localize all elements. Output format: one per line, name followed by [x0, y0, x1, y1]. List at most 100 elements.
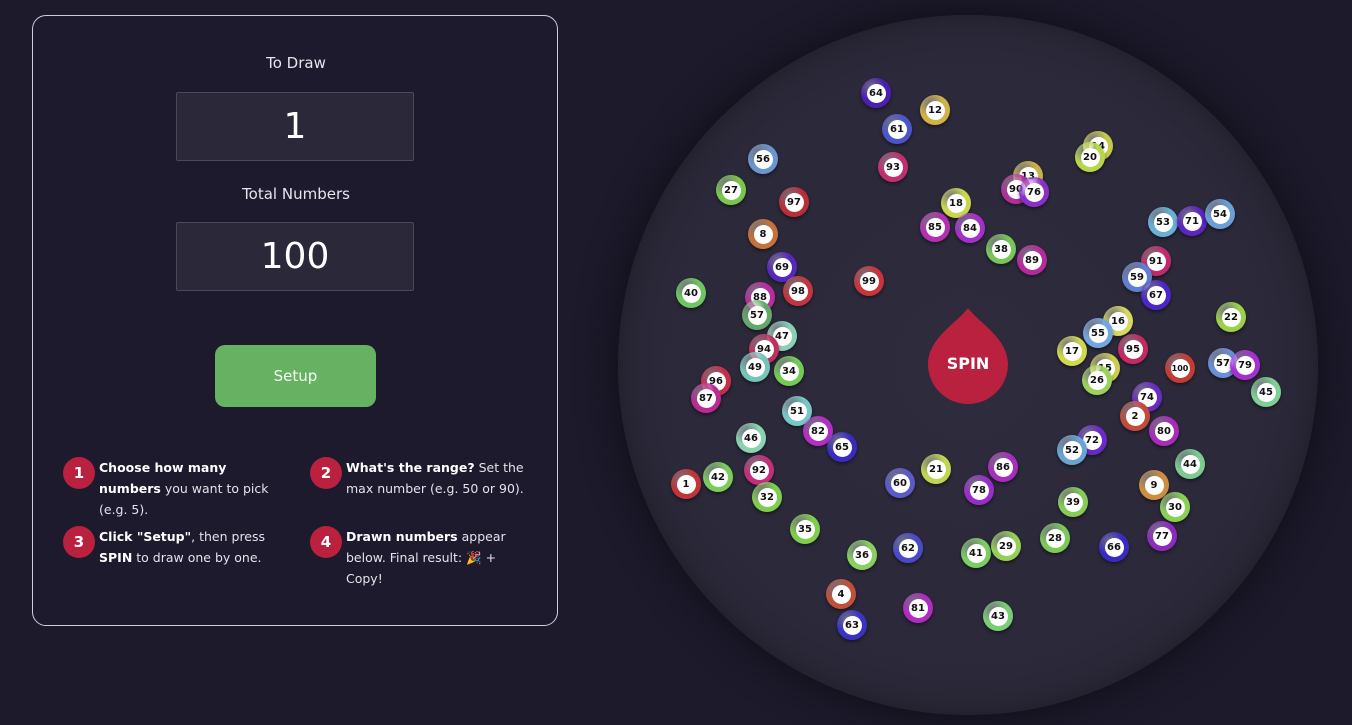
ball-number: 8 [753, 224, 773, 244]
ball-number: 9 [1144, 475, 1164, 495]
number-ball: 80 [1149, 416, 1179, 446]
ball-number: 42 [708, 467, 728, 487]
number-ball: 84 [955, 213, 985, 243]
to-draw-input[interactable]: 1 [176, 92, 414, 161]
number-ball: 57 [742, 300, 772, 330]
spin-button[interactable]: SPIN [928, 308, 1008, 404]
ball-number: 60 [890, 473, 910, 493]
step-text: Drawn numbers appear below. Final result… [346, 529, 506, 586]
ball-number: 44 [1180, 454, 1200, 474]
number-ball: 81 [903, 593, 933, 623]
ball-number: 80 [1154, 421, 1174, 441]
ball-number: 36 [852, 545, 872, 565]
ball-number: 79 [1235, 355, 1255, 375]
number-ball: 86 [988, 452, 1018, 482]
ball-number: 39 [1063, 492, 1083, 512]
number-ball: 40 [676, 278, 706, 308]
ball-number: 52 [1062, 440, 1082, 460]
ball-number: 87 [696, 388, 716, 408]
ball-number: 63 [842, 615, 862, 635]
ball-number: 78 [969, 480, 989, 500]
number-ball: 62 [893, 533, 923, 563]
ball-number: 41 [966, 543, 986, 563]
ball-number: 71 [1182, 211, 1202, 231]
ball-number: 69 [772, 257, 792, 277]
number-ball: 41 [961, 538, 991, 568]
number-ball: 85 [920, 212, 950, 242]
number-ball: 2 [1120, 401, 1150, 431]
ball-number: 57 [747, 305, 767, 325]
ball-number: 67 [1146, 285, 1166, 305]
step-number: 4 [310, 526, 342, 558]
ball-number: 99 [859, 271, 879, 291]
ball-number: 18 [946, 193, 966, 213]
number-ball: 63 [837, 610, 867, 640]
number-ball: 55 [1083, 318, 1113, 348]
number-ball: 93 [878, 152, 908, 182]
ball-number: 56 [753, 149, 773, 169]
ball-number: 84 [960, 218, 980, 238]
number-ball: 99 [854, 266, 884, 296]
ball-number: 64 [866, 83, 886, 103]
step-text: Click "Setup", then press SPIN to draw o… [99, 529, 266, 565]
number-ball: 21 [921, 454, 951, 484]
ball-number: 66 [1104, 537, 1124, 557]
number-ball: 4 [826, 579, 856, 609]
ball-number: 54 [1210, 204, 1230, 224]
ball-number: 82 [808, 421, 828, 441]
ball-number: 77 [1152, 526, 1172, 546]
ball-number: 51 [787, 401, 807, 421]
ball-number: 4 [831, 584, 851, 604]
ball-number: 100 [1170, 358, 1190, 378]
number-ball: 8 [748, 219, 778, 249]
to-draw-label: To Draw [266, 54, 326, 72]
ball-number: 40 [681, 283, 701, 303]
total-numbers-input[interactable]: 100 [176, 222, 414, 291]
spin-label: SPIN [946, 354, 990, 373]
number-ball: 89 [1017, 245, 1047, 275]
ball-number: 98 [788, 281, 808, 301]
ball-number: 43 [988, 606, 1008, 626]
number-ball: 71 [1177, 206, 1207, 236]
ball-number: 34 [779, 361, 799, 381]
number-ball: 76 [1019, 177, 1049, 207]
number-ball: 49 [740, 352, 770, 382]
number-ball: 43 [983, 601, 1013, 631]
ball-number: 81 [908, 598, 928, 618]
number-ball: 92 [744, 455, 774, 485]
ball-number: 89 [1022, 250, 1042, 270]
step-4: 4 Drawn numbers appear below. Final resu… [310, 526, 531, 589]
ball-number: 92 [749, 460, 769, 480]
number-ball: 44 [1175, 449, 1205, 479]
number-ball: 61 [882, 114, 912, 144]
number-ball: 87 [691, 383, 721, 413]
ball-number: 45 [1256, 382, 1276, 402]
number-ball: 52 [1057, 435, 1087, 465]
ball-number: 22 [1221, 307, 1241, 327]
number-ball: 32 [752, 482, 782, 512]
setup-button[interactable]: Setup [215, 345, 376, 407]
number-ball: 45 [1251, 377, 1281, 407]
ball-number: 29 [996, 536, 1016, 556]
number-ball: 67 [1141, 280, 1171, 310]
step-number: 1 [63, 457, 95, 489]
ball-number: 2 [1125, 406, 1145, 426]
step-text: What's the range? Set the max number (e.… [346, 460, 524, 496]
number-ball: 64 [861, 78, 891, 108]
number-ball: 34 [774, 356, 804, 386]
number-ball: 26 [1082, 365, 1112, 395]
number-ball: 95 [1118, 334, 1148, 364]
number-ball: 39 [1058, 487, 1088, 517]
number-ball: 12 [920, 95, 950, 125]
number-ball: 27 [716, 175, 746, 205]
number-ball: 65 [827, 432, 857, 462]
ball-number: 65 [832, 437, 852, 457]
number-ball: 30 [1160, 492, 1190, 522]
number-ball: 38 [986, 234, 1016, 264]
number-ball: 60 [885, 468, 915, 498]
ball-number: 21 [926, 459, 946, 479]
ball-number: 55 [1088, 323, 1108, 343]
ball-number: 97 [784, 192, 804, 212]
ball-number: 86 [993, 457, 1013, 477]
step-text: Choose how many numbers you want to pick… [99, 460, 269, 517]
